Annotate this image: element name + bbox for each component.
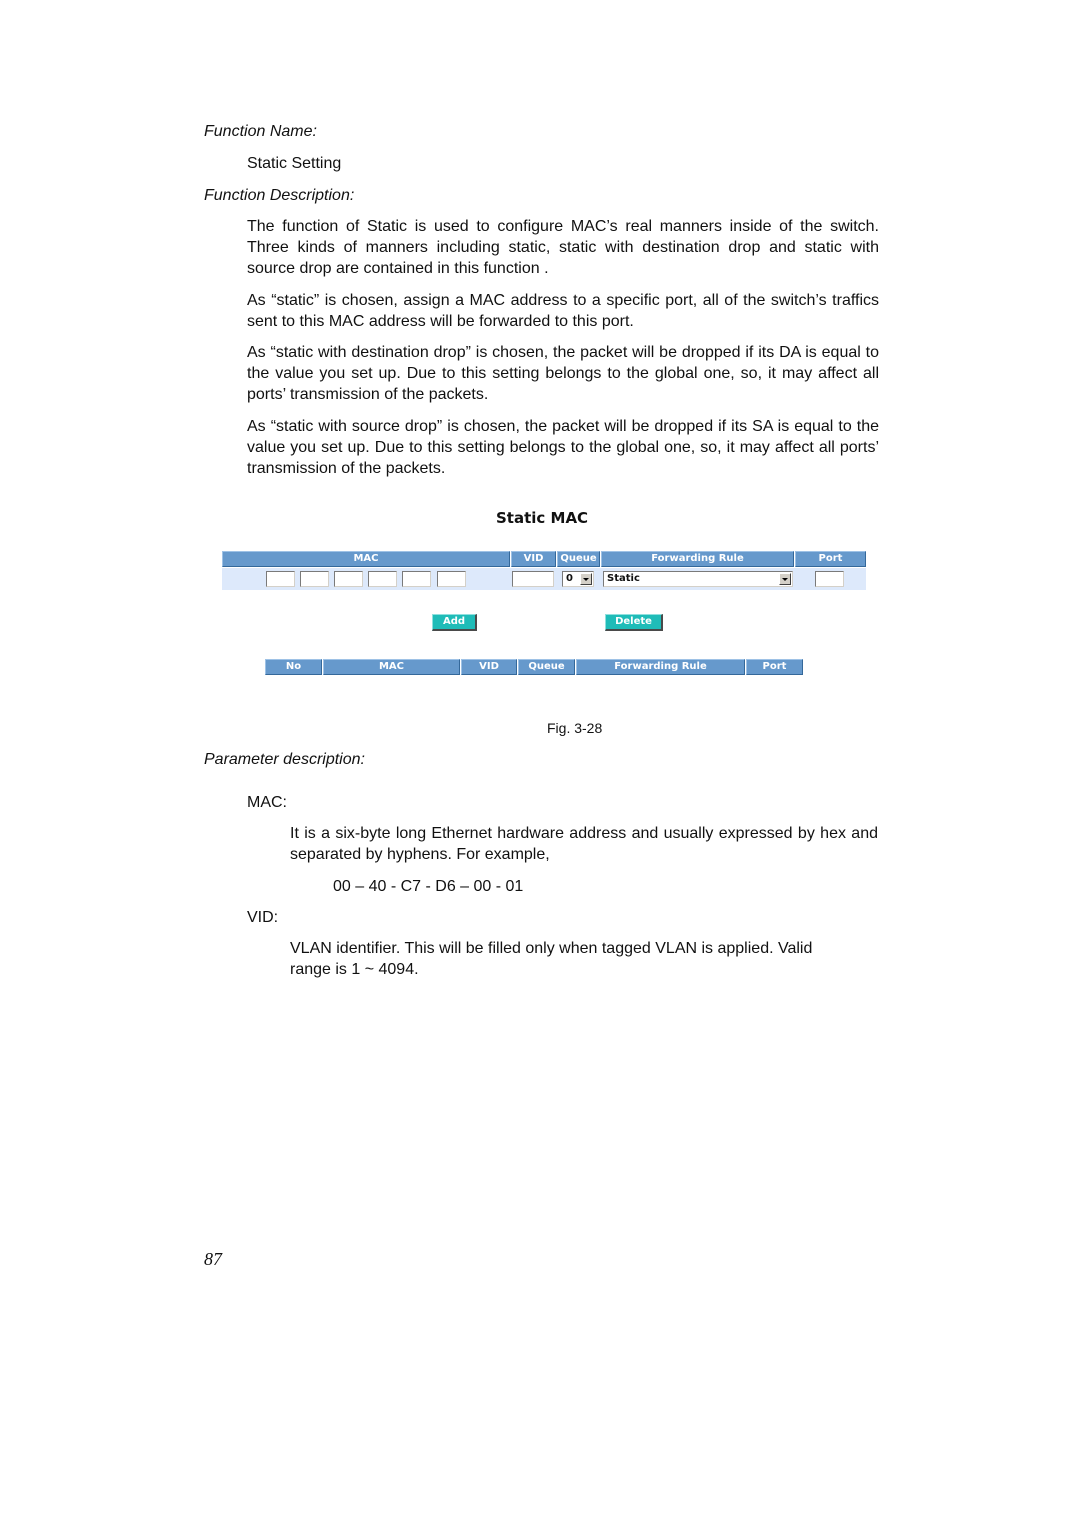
figure-title: Static MAC — [496, 509, 589, 527]
header-forwarding-rule: Forwarding Rule — [601, 551, 794, 567]
list-header-forwarding-rule: Forwarding Rule — [576, 659, 745, 675]
list-header-no: No — [265, 659, 322, 675]
header-vid: VID — [511, 551, 556, 567]
param-vid-desc: VLAN identifier. This will be filled onl… — [290, 940, 813, 978]
chevron-down-icon[interactable] — [580, 573, 592, 585]
mac-octet-6-input[interactable] — [437, 571, 466, 587]
function-name: Static Setting — [247, 155, 342, 172]
queue-select[interactable]: 0 — [562, 571, 594, 587]
mac-octet-2-input[interactable] — [300, 571, 329, 587]
param-mac-desc: It is a six-byte long Ethernet hardware … — [290, 825, 878, 863]
list-header-mac: MAC — [323, 659, 460, 675]
param-mac-name: MAC: — [247, 794, 287, 811]
mac-octet-5-input[interactable] — [402, 571, 431, 587]
add-button[interactable]: Add — [432, 614, 477, 631]
list-header-vid: VID — [461, 659, 517, 675]
paragraph-4: As “static with source drop” is chosen, … — [247, 418, 879, 477]
queue-value: 0 — [566, 573, 573, 584]
paragraph-2: As “static” is chosen, assign a MAC addr… — [247, 292, 879, 330]
header-port: Port — [795, 551, 866, 567]
mac-octet-4-input[interactable] — [368, 571, 397, 587]
param-vid-name: VID: — [247, 909, 279, 926]
parameter-description-label: Parameter description: — [204, 751, 365, 768]
param-mac-example: 00 – 40 - C7 - D6 – 00 - 01 — [333, 878, 524, 895]
delete-button[interactable]: Delete — [605, 614, 663, 631]
page-number: 87 — [204, 1249, 222, 1269]
forwarding-rule-value: Static — [607, 573, 640, 584]
port-input[interactable] — [815, 571, 844, 587]
chevron-down-icon[interactable] — [779, 573, 791, 585]
vid-input[interactable] — [512, 571, 554, 587]
paragraph-1: The function of Static is used to config… — [247, 218, 879, 277]
function-description-label: Function Description: — [204, 187, 355, 204]
forwarding-rule-select[interactable]: Static — [603, 571, 793, 587]
paragraph-3: As “static with destination drop” is cho… — [247, 344, 879, 403]
header-queue: Queue — [557, 551, 600, 567]
mac-octet-1-input[interactable] — [266, 571, 295, 587]
figure-caption: Fig. 3-28 — [547, 720, 603, 736]
function-name-label: Function Name: — [204, 123, 317, 140]
list-header-port: Port — [746, 659, 803, 675]
mac-octet-3-input[interactable] — [334, 571, 363, 587]
list-header-queue: Queue — [518, 659, 575, 675]
header-mac: MAC — [222, 551, 510, 567]
